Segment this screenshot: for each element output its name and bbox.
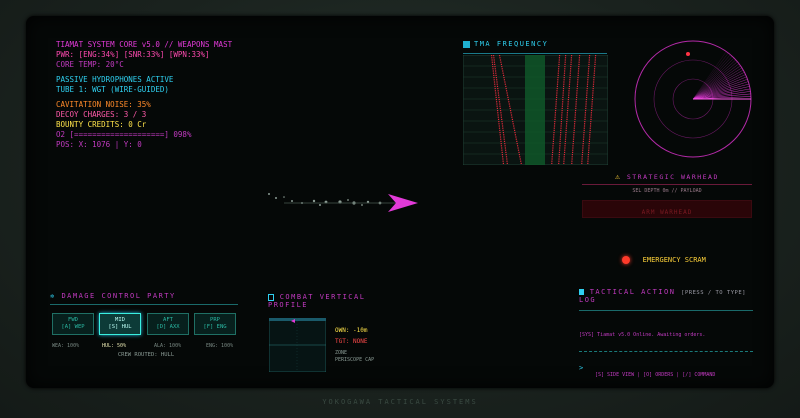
tactical-hint: [PRESS / TO TYPE] xyxy=(681,290,746,296)
dc-button-prp[interactable]: PRP [F] ENG xyxy=(194,313,236,335)
tma-waterfall xyxy=(463,55,608,165)
tactical-title-row: TACTICAL ACTION [PRESS / TO TYPE] xyxy=(579,288,753,296)
scram-icon xyxy=(622,255,630,264)
dc-stat-eng: ENG: 100% xyxy=(206,343,234,349)
log-icon xyxy=(579,289,584,295)
tactical-log-entry: [SYS] Tiamat v5.0 Online. Awaiting order… xyxy=(579,332,706,338)
status-line-power: PWR: [ENG:34%] [SNR:33%] [WPN:33%] xyxy=(56,50,210,59)
dc-aft-line1: AFT xyxy=(163,317,173,323)
status-line-hydrophones: PASSIVE HYDROPHONES ACTIVE xyxy=(56,75,174,84)
dc-mid-line1: MID xyxy=(115,317,125,323)
status-line-title: TIAMAT SYSTEM CORE v5.0 // WEAPONS MAST xyxy=(56,40,233,49)
radar-contact xyxy=(686,52,690,56)
dc-button-fwd[interactable]: FWD [A] WEP xyxy=(52,313,94,335)
wrench-icon: ✲ xyxy=(50,292,56,300)
combat-title-row: COMBAT VERTICAL PROFILE xyxy=(268,293,388,309)
dc-prp-line1: PRP xyxy=(210,317,220,323)
tma-divider xyxy=(463,53,607,54)
dc-crew-routed: CREW ROUTED: HULL xyxy=(117,352,175,358)
dc-aft-line2: [D] AXX xyxy=(156,324,180,330)
vertical-profile-view xyxy=(269,318,326,372)
dc-prp-line2: [F] ENG xyxy=(203,324,227,330)
status-line-tube: TUBE 1: WGT (WIRE-GUIDED) xyxy=(56,85,169,94)
combat-target: TGT: NONE xyxy=(335,338,368,345)
tactical-panel: TACTICAL ACTION [PRESS / TO TYPE] LOG xyxy=(579,288,753,304)
dc-stat-wea: WEA: 100% xyxy=(52,343,80,349)
combat-title: COMBAT VERTICAL PROFILE xyxy=(268,293,366,309)
warhead-title: STRATEGIC WARHEAD xyxy=(626,173,719,181)
bezel-label: YOKOGAWA TACTICAL SYSTEMS xyxy=(322,398,478,406)
combat-zone: ZONE xyxy=(335,350,348,356)
warhead-title-row: ⚠ STRATEGIC WARHEAD xyxy=(582,172,752,181)
tma-title-row: TMA FREQUENCY xyxy=(463,40,608,48)
damage-divider xyxy=(50,304,238,305)
emergency-scram-button[interactable]: EMERGENCY SCRAM xyxy=(622,249,722,264)
status-line-bounty: BOUNTY CREDITS: 0 Cr xyxy=(56,120,147,129)
command-input[interactable]: > xyxy=(579,355,753,372)
dc-stat-hul: HUL: 50% xyxy=(102,343,127,349)
combat-own-depth: OWN: -10m xyxy=(335,327,368,334)
warhead-divider xyxy=(582,184,752,185)
tactical-title: TACTICAL ACTION xyxy=(589,288,676,296)
profile-icon xyxy=(268,293,274,301)
damage-title-row: ✲ DAMAGE CONTROL PARTY xyxy=(50,292,240,300)
submarine-sprite xyxy=(268,193,418,212)
warning-icon: ⚠ xyxy=(615,172,622,181)
combat-profile-panel: COMBAT VERTICAL PROFILE xyxy=(268,293,388,309)
command-input-line xyxy=(579,351,753,352)
arm-warhead-label: ARM WARHEAD xyxy=(641,209,693,216)
warhead-subtitle: SEL DEPTH 0m // PAYLOAD xyxy=(632,188,702,194)
radar-scope xyxy=(634,40,752,158)
damage-control-panel: ✲ DAMAGE CONTROL PARTY xyxy=(50,292,240,300)
tma-title: TMA FREQUENCY xyxy=(474,40,549,48)
warhead-panel: ⚠ STRATEGIC WARHEAD SEL DEPTH 0m // PAYL… xyxy=(582,172,752,218)
tactical-divider xyxy=(579,310,753,311)
status-line-temp: CORE TEMP: 20°C xyxy=(56,60,124,69)
dc-fwd-line2: [A] WEP xyxy=(61,324,85,330)
tactical-footer: [S] SIDE VIEW | [O] ORDERS | [/] COMMAND xyxy=(595,372,716,378)
tma-panel: TMA FREQUENCY xyxy=(463,40,608,48)
status-line-oxygen: O2 [====================] 098% xyxy=(56,130,192,139)
dc-button-mid[interactable]: MID [S] HUL xyxy=(99,313,141,335)
status-line-decoys: DECOY CHARGES: 3 / 3 xyxy=(56,110,147,119)
scram-label: EMERGENCY SCRAM xyxy=(642,255,706,264)
status-line-cavitation: CAVITATION NOISE: 35% xyxy=(56,100,151,109)
status-readout: TIAMAT SYSTEM CORE v5.0 // WEAPONS MAST … xyxy=(56,40,232,150)
crt-screen: TIAMAT SYSTEM CORE v5.0 // WEAPONS MAST … xyxy=(26,16,774,388)
arm-warhead-button[interactable]: ARM WARHEAD xyxy=(582,200,752,218)
tactical-log-label: LOG xyxy=(579,296,597,304)
dc-stat-ala: ALA: 100% xyxy=(154,343,182,349)
dc-button-aft[interactable]: AFT [D] AXX xyxy=(147,313,189,335)
command-prompt: > xyxy=(579,364,584,372)
sonar-icon xyxy=(463,40,470,48)
status-line-position: POS: X: 1076 | Y: 0 xyxy=(56,140,142,149)
combat-zone-name: PERISCOPE CAP xyxy=(335,357,375,363)
dc-mid-line2: [S] HUL xyxy=(108,324,132,330)
dc-fwd-line1: FWD xyxy=(68,317,78,323)
damage-title: DAMAGE CONTROL PARTY xyxy=(61,292,176,300)
